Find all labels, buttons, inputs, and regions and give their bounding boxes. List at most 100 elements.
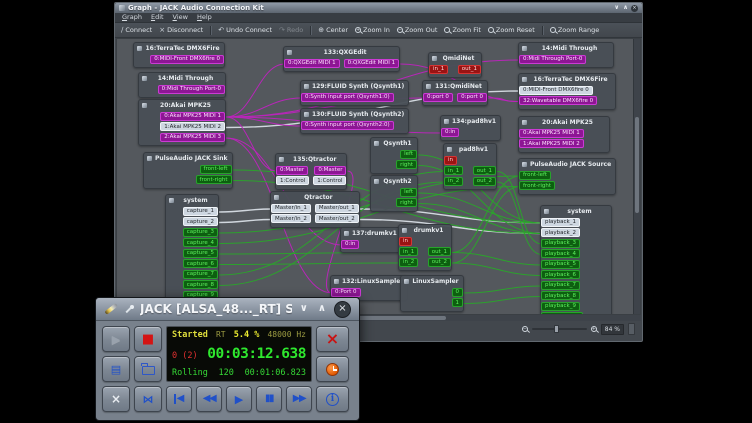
node-header[interactable]: 137:drumkv1 — [341, 228, 401, 238]
port-in-front-left[interactable]: front-left — [519, 171, 551, 180]
port-out-2-akai-mpk25-midi-3[interactable]: 2:Akai MPK25 MIDI 3 — [160, 133, 225, 142]
port-out-capture-7[interactable]: capture_7 — [183, 270, 218, 279]
graph-node-drum-a[interactable]: 137:drumkv1 0:in — [340, 227, 402, 253]
zoom-slider-handle[interactable] — [554, 325, 559, 333]
port-out-front-left[interactable]: front-left — [200, 165, 232, 174]
port-out-capture-3[interactable]: capture_3 — [183, 228, 218, 237]
node-header[interactable]: 134:pad8hv1 — [441, 116, 500, 126]
port-in-in-2[interactable]: in_2 — [399, 258, 418, 267]
zoom-spinner[interactable] — [628, 323, 635, 335]
graph-node-drum-j[interactable]: drumkv1inin_1out_1in_2out_2 — [398, 224, 452, 271]
port-out-out-2[interactable]: out_2 — [428, 258, 451, 267]
port-in-0-midi-through-port-0[interactable]: 0:Midi Through Port-0 — [519, 55, 586, 64]
connection[interactable] — [452, 187, 520, 264]
zoom-slider[interactable] — [532, 328, 587, 330]
play-button[interactable]: ▶ — [226, 386, 252, 412]
graph-node-qsynth2[interactable]: Qsynth2leftright — [370, 175, 418, 212]
port-in-0-midi-front-dmx6fire-0[interactable]: 0:MIDI-Front DMX6fire 0 — [519, 86, 593, 95]
port-in-0-synth-input-port-qsynth2-0-[interactable]: 0:Synth input port (Qsynth2:0) — [301, 121, 394, 130]
port-out-front-right[interactable]: front-right — [196, 175, 232, 184]
disconnect-button[interactable]: ×Disconnect — [159, 27, 203, 34]
zoom-out-icon[interactable]: − — [522, 326, 528, 332]
port-out-0-midi-front-dmx6fire-0[interactable]: 0:MIDI-Front DMX6fire 0 — [150, 55, 224, 64]
quit-button[interactable]: × — [316, 326, 349, 352]
port-in-0-synth-input-port-qsynth1-0-[interactable]: 0:Synth input port (Qsynth1:0) — [301, 93, 394, 102]
port-in-0-master[interactable]: 0:Master — [276, 166, 308, 175]
port-in-playback-9[interactable]: playback_9 — [541, 302, 580, 311]
zoom-fit-button[interactable]: Zoom Fit — [444, 27, 480, 34]
connection[interactable] — [452, 253, 542, 266]
node-header[interactable]: 16:TerraTec DMX6Fire — [134, 43, 224, 53]
menu-graph[interactable]: Graph — [122, 14, 142, 21]
port-out-out-2[interactable]: out_2 — [473, 177, 496, 186]
port-out-capture-4[interactable]: capture_4 — [183, 238, 218, 247]
port-in-playback-1[interactable]: playback_1 — [541, 218, 580, 227]
node-header[interactable]: 130:FLUID Synth (Qsynth2) — [301, 109, 408, 119]
port-in-playback-3[interactable]: playback_3 — [541, 239, 580, 248]
zoom-reset-button[interactable]: Zoom Reset — [488, 27, 535, 34]
connection[interactable] — [219, 209, 272, 212]
node-header[interactable]: 20:Akai MPK25 — [519, 117, 609, 127]
connection[interactable] — [226, 117, 277, 171]
graph-node-pa-source[interactable]: PulseAudio JACK Sourcefront-leftfront-ri… — [518, 158, 616, 195]
port-in-in[interactable]: in — [444, 156, 457, 165]
vertical-scrollbar-handle[interactable] — [635, 117, 639, 213]
node-header[interactable]: pad8hv1 — [444, 144, 496, 154]
port-out-0-midi-through-port-0[interactable]: 0:Midi Through Port-0 — [158, 85, 225, 94]
session-button[interactable] — [134, 356, 162, 382]
graph-window-titlebar[interactable]: Graph - JACK Audio Connection Kit ∨∧× — [115, 3, 642, 13]
graph-node-pad-a[interactable]: 134:pad8hv1 0:in — [440, 115, 501, 141]
port-in-front-right[interactable]: front-right — [519, 181, 555, 190]
node-header[interactable]: drumkv1 — [399, 225, 451, 235]
node-header[interactable]: system — [541, 206, 611, 216]
port-out-1-akai-mpk25-midi-2[interactable]: 1:Akai MPK25 MIDI 2 — [160, 122, 225, 131]
port-in-0-port-0[interactable]: 0:port 0 — [423, 93, 453, 102]
jack-close-button[interactable]: × — [334, 301, 351, 318]
port-in-playback-2[interactable]: playback_2 — [541, 228, 580, 237]
node-header[interactable]: Qtractor — [271, 192, 359, 202]
port-in-1-akai-mpk25-midi-2[interactable]: 1:Akai MPK25 MIDI 2 — [519, 139, 584, 148]
node-header[interactable]: 132:LinuxSampler — [331, 276, 407, 286]
node-header[interactable]: Qsynth1 — [371, 138, 417, 148]
port-out-left[interactable]: left — [400, 188, 417, 197]
node-header[interactable]: 131:QmidiNet — [423, 81, 487, 91]
port-out-1[interactable]: 1 — [452, 298, 464, 307]
patchbay-button[interactable]: × — [102, 386, 130, 412]
port-in-0-in[interactable]: 0:in — [341, 240, 359, 249]
pause-button[interactable]: ▮▮ — [256, 386, 282, 412]
graph-node-tt-right[interactable]: 16:TerraTec DMX6Fire 0:MIDI-Front DMX6fir… — [518, 73, 616, 110]
port-out-0-port-0[interactable]: 0:port 0 — [457, 93, 487, 102]
node-header[interactable]: 14:Midi Through — [139, 73, 225, 83]
port-in-playback-6[interactable]: playback_6 — [541, 270, 580, 279]
port-out-master-out-1[interactable]: Master/out_1 — [315, 204, 359, 213]
connection[interactable] — [226, 117, 302, 126]
port-in-in-2[interactable]: in_2 — [444, 177, 463, 186]
port-out-out-1[interactable]: out_1 — [428, 247, 451, 256]
graph-node-mt-right[interactable]: 14:Midi Through 0:Midi Through Port-0 — [518, 42, 614, 68]
port-out-left[interactable]: left — [400, 150, 417, 159]
connection[interactable] — [452, 263, 542, 276]
graph-node-pa-sink[interactable]: PulseAudio JACK Sinkfront-leftfront-righ… — [143, 152, 233, 189]
port-in-playback-4[interactable]: playback_4 — [541, 249, 580, 258]
node-header[interactable]: 14:Midi Through — [519, 43, 613, 53]
port-out-out-1[interactable]: out_1 — [473, 166, 496, 175]
port-out-master-out-2[interactable]: Master/out_2 — [315, 214, 359, 223]
port-out-capture-5[interactable]: capture_5 — [183, 249, 218, 258]
port-out-0-qxgedit-midi-1[interactable]: 0:QXGEdit MIDI 1 — [344, 59, 400, 68]
graph-node-tt-left[interactable]: 16:TerraTec DMX6Fire 0:MIDI-Front DMX6fir… — [133, 42, 225, 68]
connection[interactable] — [226, 98, 302, 117]
graph-node-fluid2[interactable]: 130:FLUID Synth (Qsynth2) 0:Synth input p… — [300, 108, 409, 134]
port-in-32-wavetable-dmx6fire-0[interactable]: 32:Wavetable DMX6fire 0 — [519, 96, 597, 105]
node-header[interactable]: 129:FLUID Synth (Qsynth1) — [301, 81, 408, 91]
graph-node-pad-j[interactable]: pad8hv1inin_1out_1in_2out_2 — [443, 143, 497, 190]
connection[interactable] — [226, 64, 285, 117]
node-header[interactable]: 16:TerraTec DMX6Fire — [519, 74, 615, 84]
rewind-button[interactable]: ◀◀ — [196, 386, 222, 412]
shade-button[interactable]: ∧ — [622, 5, 629, 11]
connection[interactable] — [488, 98, 520, 102]
port-out-capture-1[interactable]: capture_1 — [183, 207, 218, 216]
port-in-0-in[interactable]: 0:in — [441, 128, 459, 137]
graph-node-qtr-a[interactable]: 135:Qtractor0:Master0:Master1:Control1:C… — [275, 153, 347, 190]
graph-node-ls-j[interactable]: LinuxSampler01 — [400, 275, 464, 312]
port-out-right[interactable]: right — [396, 160, 417, 169]
